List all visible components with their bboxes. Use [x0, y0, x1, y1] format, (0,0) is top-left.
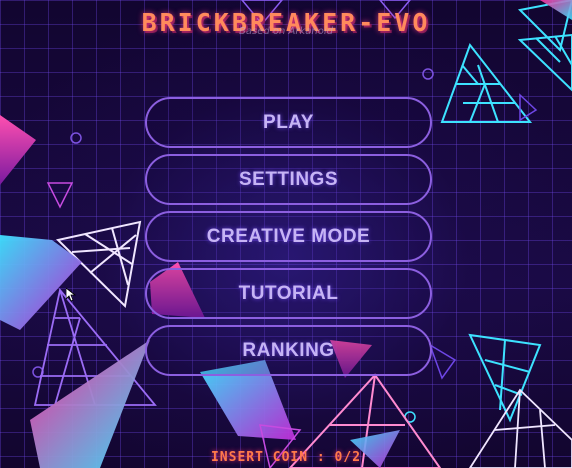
settings-button[interactable]: SETTINGS [145, 154, 432, 205]
wireframe-triangle-right [440, 42, 533, 123]
triangle-outline [46, 182, 74, 209]
triangle-solid [0, 115, 36, 185]
ranking-button[interactable]: RANKING [145, 325, 432, 376]
insert-coin-text: INSERT COIN : 0/2 [210, 450, 362, 465]
triangle-solid [30, 340, 150, 468]
mouse-cursor-icon [66, 288, 76, 302]
triangle-solid [0, 235, 82, 330]
circle-outline [70, 132, 82, 144]
tutorial-button[interactable]: TUTORIAL [145, 268, 432, 319]
play-button[interactable]: PLAY [145, 97, 432, 148]
wireframe-triangle-right-bottom [468, 333, 542, 423]
triangle-outline [428, 343, 457, 380]
circle-outline [422, 68, 434, 80]
creative-mode-button[interactable]: CREATIVE MODE [145, 211, 432, 262]
main-menu: PLAY SETTINGS CREATIVE MODE TUTORIAL RAN… [145, 97, 432, 382]
game-subtitle: Based on Arkanoid [239, 26, 333, 37]
triangle-outline [519, 93, 538, 122]
